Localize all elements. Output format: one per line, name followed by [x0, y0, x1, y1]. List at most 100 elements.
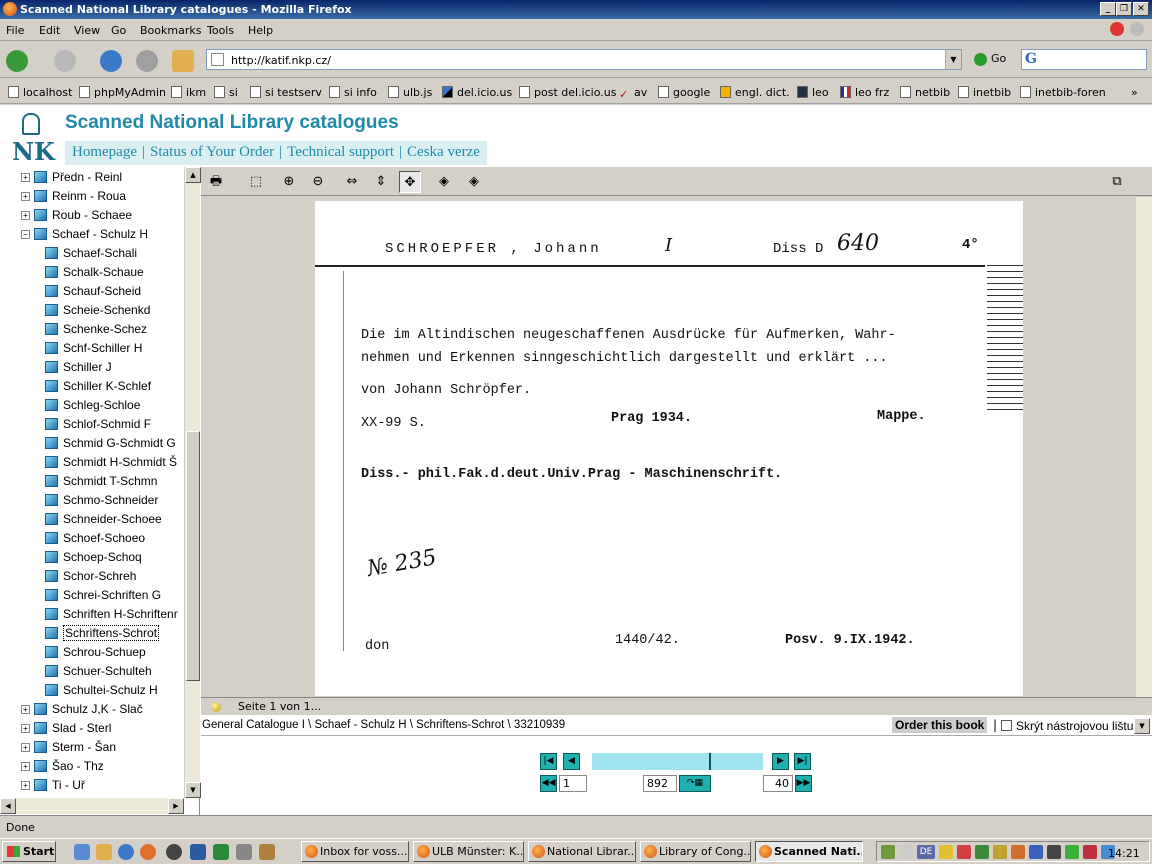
bookmark-netbib[interactable]: netbib	[900, 86, 950, 99]
task-national-library[interactable]: National Librar...	[528, 841, 636, 862]
scroll-left-icon[interactable]: ◀	[0, 798, 16, 814]
scroll-down-icon[interactable]: ▼	[1134, 718, 1150, 734]
nk-logo[interactable]: NK	[10, 111, 55, 166]
page-number-input[interactable]: 1	[559, 775, 587, 792]
expand-icon[interactable]: +	[21, 762, 30, 771]
search-box[interactable]: G	[1021, 49, 1147, 70]
scroll-right-icon[interactable]: ▶	[168, 798, 184, 814]
tray-app-icon[interactable]	[1083, 845, 1097, 859]
tree-node[interactable]: + Ti - Uř	[21, 778, 85, 792]
expand-icon[interactable]: +	[21, 781, 30, 790]
tree-leaf[interactable]: Schiller K-Schlef	[45, 379, 151, 393]
close-button[interactable]: ✕	[1133, 2, 1149, 16]
reload-icon[interactable]	[100, 50, 122, 72]
image-canvas[interactable]: SCHROEPFER , Johann I Diss D 640 4° Die …	[201, 197, 1137, 697]
tray-network-icon[interactable]	[881, 845, 895, 859]
menu-view[interactable]: View	[74, 24, 100, 37]
expand-icon[interactable]: +	[21, 211, 30, 220]
tree-leaf[interactable]: Schiller J	[45, 360, 112, 374]
print-icon[interactable]: 🖶	[205, 171, 227, 193]
nav-technical-support[interactable]: Technical support	[284, 141, 397, 164]
collapse-icon[interactable]: −	[21, 230, 30, 239]
rotate-left-icon[interactable]: ◈	[433, 171, 455, 193]
url-bar[interactable]: http://katif.nkp.cz/ ▼	[206, 49, 962, 70]
bookmark-post-delicious[interactable]: post del.icio.us	[519, 86, 616, 99]
bookmark-localhost[interactable]: localhost	[8, 86, 72, 99]
bookmark-si-info[interactable]: si info	[329, 86, 377, 99]
quicklaunch-firefox-icon[interactable]	[140, 844, 156, 860]
tray-app-icon[interactable]	[1029, 845, 1043, 859]
previous-page-icon[interactable]: ◀	[563, 753, 580, 770]
expand-icon[interactable]: +	[21, 705, 30, 714]
tree-leaf[interactable]: Schmo-Schneider	[45, 493, 158, 507]
last-page-icon[interactable]: ▶|	[794, 753, 811, 770]
nav-homepage[interactable]: Homepage	[69, 141, 140, 164]
quicklaunch-word-icon[interactable]	[190, 844, 206, 860]
tree-node[interactable]: + Reinm - Roua	[21, 189, 126, 203]
maximize-button[interactable]: ❐	[1116, 2, 1132, 16]
tree-leaf-selected[interactable]: Schriftens-Schrot	[45, 625, 160, 641]
first-page-icon[interactable]: |◀	[540, 753, 557, 770]
tree-leaf[interactable]: Schaef-Schali	[45, 246, 137, 260]
quicklaunch-tools-icon[interactable]	[259, 844, 275, 860]
fullscreen-icon[interactable]: ⧉	[1106, 171, 1128, 193]
scroll-down-icon[interactable]: ▼	[185, 782, 201, 798]
tray-app-icon[interactable]	[1011, 845, 1025, 859]
menu-go[interactable]: Go	[111, 24, 126, 37]
bookmark-ikm[interactable]: ikm	[171, 86, 206, 99]
tree-leaf[interactable]: Schultei-Schulz H	[45, 683, 158, 697]
tree-leaf[interactable]: Schenke-Schez	[45, 322, 147, 336]
fit-page-icon[interactable]: ✥	[399, 171, 421, 193]
expand-icon[interactable]: +	[21, 173, 30, 182]
bookmark-av[interactable]: ✓ av	[619, 86, 647, 101]
zoom-in-icon[interactable]: ⊕	[278, 171, 300, 193]
back-icon[interactable]	[6, 50, 28, 72]
fit-height-icon[interactable]: ⇕	[370, 171, 392, 193]
tree-leaf[interactable]: Schmidt T-Schmn	[45, 474, 157, 488]
expand-icon[interactable]: +	[21, 724, 30, 733]
tray-volume-icon[interactable]	[899, 845, 913, 859]
tree-leaf[interactable]: Schmidt H-Schmidt Š	[45, 455, 177, 469]
tree-leaf[interactable]: Schuer-Schulteh	[45, 664, 152, 678]
bookmark-leo-frz[interactable]: leo frz	[840, 86, 889, 99]
tree-leaf[interactable]: Schrei-Schriften G	[45, 588, 161, 602]
forward-icon[interactable]	[54, 50, 76, 72]
tree-node-expanded[interactable]: − Schaef - Schulz H	[21, 227, 148, 241]
bookmark-inetbib-foren[interactable]: inetbib-foren	[1020, 86, 1106, 99]
go-button[interactable]: Go	[974, 52, 1006, 66]
tree-leaf[interactable]: Schmid G-Schmidt G	[45, 436, 176, 450]
stop-icon[interactable]	[136, 50, 158, 72]
tree-vertical-scrollbar[interactable]: ▲ ▼	[184, 167, 201, 798]
bookmark-google[interactable]: google	[658, 86, 710, 99]
nav-czech-version[interactable]: Ceska verze	[404, 141, 483, 164]
tray-app-icon[interactable]	[1047, 845, 1061, 859]
bookmark-ulb-js[interactable]: ulb.js	[388, 86, 432, 99]
bookmarks-more-button[interactable]: »	[1131, 86, 1138, 99]
tree-leaf[interactable]: Schoef-Schoeo	[45, 531, 145, 545]
quicklaunch-desktop-icon[interactable]	[74, 844, 90, 860]
task-scanned-national[interactable]: Scanned Nati...	[755, 841, 863, 862]
quicklaunch-media-icon[interactable]	[166, 844, 182, 860]
viewer-vertical-scrollbar[interactable]	[1136, 197, 1152, 697]
bookmark-si[interactable]: si	[214, 86, 238, 99]
jump-back-icon[interactable]: ◀◀	[540, 775, 557, 792]
tray-app-icon[interactable]	[1065, 845, 1079, 859]
quicklaunch-explorer-icon[interactable]	[96, 844, 112, 860]
menu-bookmarks[interactable]: Bookmarks	[140, 24, 201, 37]
menu-tools[interactable]: Tools	[207, 24, 234, 37]
tray-app-icon[interactable]	[975, 845, 989, 859]
tree-node[interactable]: + Schulz J,K - Slač	[21, 702, 143, 716]
tree-leaf[interactable]: Schor-Schreh	[45, 569, 136, 583]
url-dropdown-button[interactable]: ▼	[945, 50, 961, 69]
tray-app-icon[interactable]	[957, 845, 971, 859]
bookmark-leo[interactable]: leo	[797, 86, 829, 99]
step-size-input[interactable]: 40	[763, 775, 793, 792]
home-icon[interactable]	[172, 50, 194, 72]
tree-leaf[interactable]: Schalk-Schaue	[45, 265, 144, 279]
menu-help[interactable]: Help	[248, 24, 273, 37]
tree-horizontal-scrollbar[interactable]: ◀ ▶	[0, 798, 184, 814]
task-inbox[interactable]: Inbox for voss...	[301, 841, 409, 862]
tree-leaf[interactable]: Schf-Schiller H	[45, 341, 142, 355]
jump-forward-icon[interactable]: ▶▶	[795, 775, 812, 792]
tree-leaf[interactable]: Scheie-Schenkd	[45, 303, 150, 317]
